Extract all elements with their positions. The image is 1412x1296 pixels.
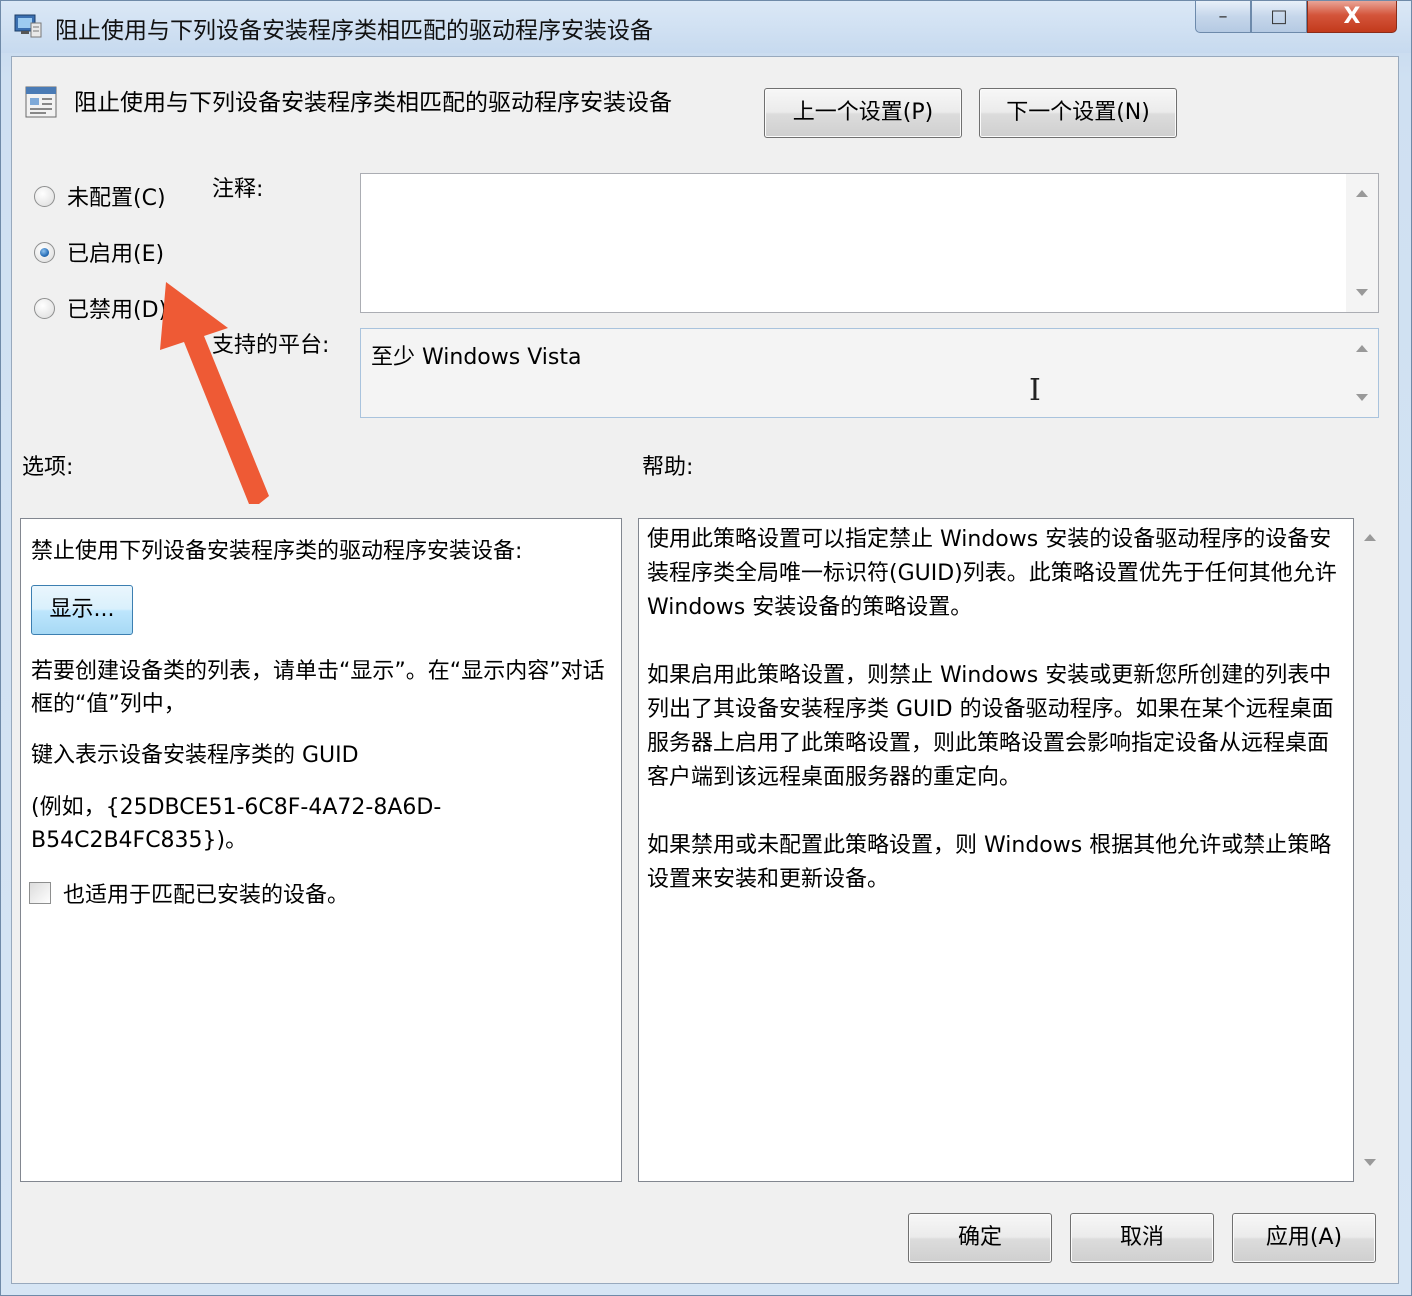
scroll-down-arrow-icon[interactable] [1356, 394, 1368, 401]
radio-not-configured-circle[interactable] [34, 185, 55, 207]
radio-disabled[interactable]: 已禁用(D) [34, 292, 167, 324]
window-controls: – □ X [1195, 1, 1397, 35]
radio-not-configured-label: 未配置(C) [67, 186, 166, 211]
help-label: 帮助: [642, 455, 694, 480]
policy-app-icon [14, 14, 42, 38]
radio-enabled-label: 已启用(E) [67, 242, 165, 267]
help-panel: 使用此策略设置可以指定禁止 Windows 安装的设备驱动程序的设备安装程序类全… [638, 518, 1354, 1182]
help-paragraph-3: 如果禁用或未配置此策略设置，则 Windows 根据其他允许或禁止策略设置来安装… [647, 833, 1332, 892]
options-guid-example: (例如，{25DBCE51-6C8F-4A72-8A6D-B54C2B4FC83… [31, 795, 442, 853]
radio-disabled-label: 已禁用(D) [67, 298, 168, 323]
comment-scrollbar[interactable] [1346, 174, 1378, 312]
minimize-button[interactable]: – [1195, 1, 1251, 33]
scroll-up-arrow-icon[interactable] [1356, 345, 1368, 352]
scroll-up-arrow-icon[interactable] [1356, 190, 1368, 197]
next-setting-button[interactable]: 下一个设置(N) [979, 88, 1177, 138]
options-description: 禁止使用下列设备安装程序类的驱动程序安装设备: [31, 539, 523, 564]
previous-setting-button[interactable]: 上一个设置(P) [764, 88, 962, 138]
help-scrollbar[interactable] [1354, 518, 1386, 1182]
text-cursor-icon: I [1029, 373, 1041, 408]
policy-title: 阻止使用与下列设备安装程序类相匹配的驱动程序安装设备 [74, 90, 672, 116]
close-button[interactable]: X [1307, 1, 1397, 33]
options-guid-hint: 键入表示设备安装程序类的 GUID [31, 743, 359, 768]
policy-dialog-window: 阻止使用与下列设备安装程序类相匹配的驱动程序安装设备 – □ X 阻止使用与下列… [0, 0, 1412, 1296]
radio-disabled-circle[interactable] [34, 297, 55, 319]
options-panel: 禁止使用下列设备安装程序类的驱动程序安装设备: 显示... 若要创建设备类的列表… [20, 518, 622, 1182]
help-text: 使用此策略设置可以指定禁止 Windows 安装的设备驱动程序的设备安装程序类全… [647, 523, 1349, 931]
apply-button[interactable]: 应用(A) [1232, 1213, 1376, 1263]
scroll-down-arrow-icon[interactable] [1356, 289, 1368, 296]
comment-label: 注释: [212, 177, 264, 202]
minimize-icon: – [1218, 6, 1228, 27]
platform-textbox[interactable]: 至少 Windows Vista I [360, 328, 1379, 418]
apply-installed-checkbox-row[interactable]: 也适用于匹配已安装的设备。 [29, 877, 349, 909]
maximize-icon: □ [1270, 6, 1288, 27]
options-instruction: 若要创建设备类的列表，请单击“显示”。在“显示内容”对话框的“值”列中， [31, 659, 605, 717]
apply-installed-checkbox[interactable] [29, 882, 51, 904]
help-paragraph-2: 如果启用此策略设置，则禁止 Windows 安装或更新您所创建的列表中列出了其设… [647, 663, 1334, 790]
ok-button[interactable]: 确定 [908, 1213, 1052, 1263]
scroll-down-arrow-icon[interactable] [1364, 1159, 1376, 1166]
title-bar[interactable]: 阻止使用与下列设备安装程序类相匹配的驱动程序安装设备 – □ X [1, 1, 1411, 53]
show-button[interactable]: 显示... [31, 585, 133, 635]
options-label: 选项: [22, 455, 74, 480]
platform-scrollbar[interactable] [1346, 329, 1378, 417]
radio-enabled-circle[interactable] [34, 241, 55, 263]
policy-setting-icon [25, 86, 57, 118]
help-paragraph-1: 使用此策略设置可以指定禁止 Windows 安装的设备驱动程序的设备安装程序类全… [647, 527, 1337, 620]
cancel-button[interactable]: 取消 [1070, 1213, 1214, 1263]
platform-value: 至少 Windows Vista [371, 345, 582, 370]
radio-not-configured[interactable]: 未配置(C) [34, 180, 166, 212]
apply-installed-label: 也适用于匹配已安装的设备。 [63, 883, 350, 908]
scroll-up-arrow-icon[interactable] [1364, 534, 1376, 541]
window-title: 阻止使用与下列设备安装程序类相匹配的驱动程序安装设备 [55, 18, 653, 44]
maximize-button[interactable]: □ [1251, 1, 1307, 33]
dialog-client-area: 阻止使用与下列设备安装程序类相匹配的驱动程序安装设备 上一个设置(P) 下一个设… [11, 56, 1399, 1284]
close-icon: X [1343, 4, 1361, 29]
comment-textbox[interactable] [360, 173, 1379, 313]
platform-label: 支持的平台: [212, 333, 330, 358]
radio-enabled[interactable]: 已启用(E) [34, 236, 164, 268]
